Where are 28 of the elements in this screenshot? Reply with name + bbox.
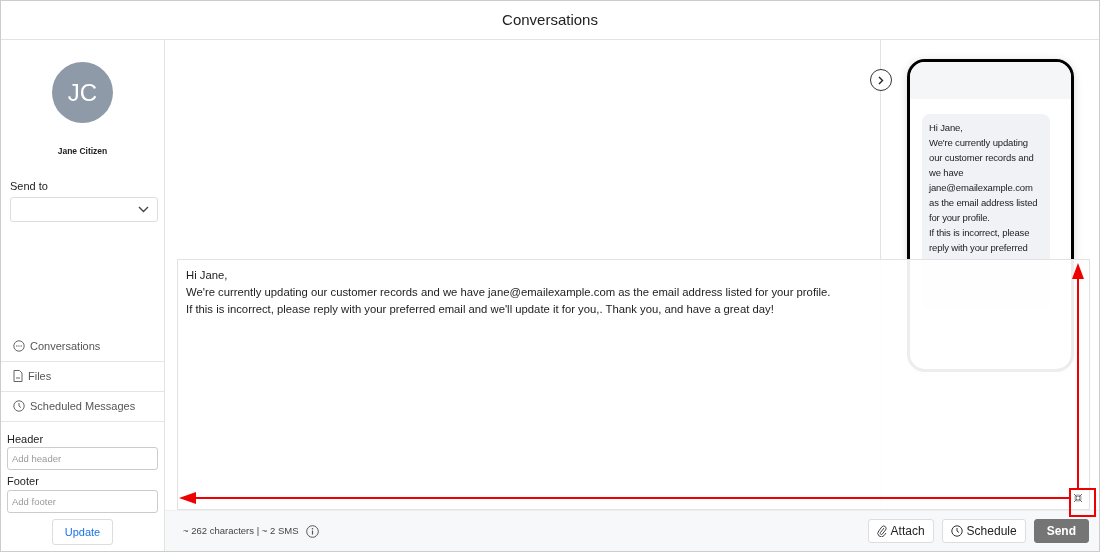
message-field[interactable]: Hi Jane, We're currently updating our customer records and we have jane@emailexample.com as the email address listed for your profile. If this is incorrect, please reply with your preferred email and we'll update it for you,. Thank you, and have a great day! <box>178 260 1089 509</box>
info-icon[interactable] <box>306 524 320 538</box>
clock-icon <box>13 400 25 412</box>
window-title: Conversations <box>502 9 598 30</box>
avatar: JC <box>52 62 113 123</box>
send-button[interactable]: Send <box>1033 519 1089 543</box>
attach-button[interactable]: Attach <box>867 519 934 543</box>
schedule-button[interactable]: Schedule <box>941 519 1026 543</box>
chat-bubble-icon <box>13 340 25 352</box>
clock-icon <box>950 525 963 537</box>
field-label: Send to <box>10 178 49 194</box>
highlight-box <box>1069 488 1096 517</box>
header-label: Header <box>7 431 45 447</box>
nav-item[interactable]: Conversations <box>1 331 164 362</box>
nav-item[interactable]: Files <box>1 361 164 392</box>
header-field[interactable]: Add header <box>7 447 158 470</box>
contact-name: Jane Citizen <box>56 145 109 158</box>
nav-item[interactable]: Scheduled Messages <box>1 391 164 422</box>
collapse-icon[interactable] <box>1073 493 1083 503</box>
footer-field[interactable]: Add footer <box>7 489 158 513</box>
file-icon <box>13 370 23 382</box>
chevron-right-icon <box>878 75 884 85</box>
expand-button[interactable] <box>870 69 892 91</box>
paperclip-icon <box>876 525 887 537</box>
update-button[interactable]: Update <box>51 518 114 545</box>
chevron-down-icon <box>138 206 149 214</box>
character-count: ~ 262 characters | ~ 2 SMS <box>183 523 299 538</box>
footer-label: Footer <box>7 474 40 489</box>
